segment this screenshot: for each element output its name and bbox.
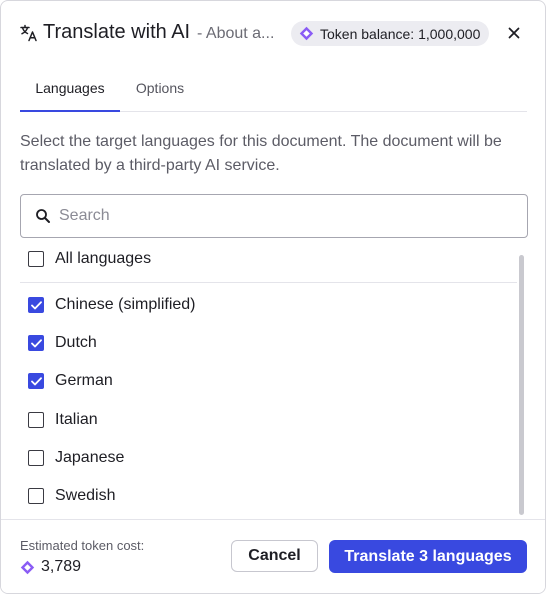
token-balance-badge: Token balance: 1,000,000: [291, 21, 490, 46]
checkbox-japanese[interactable]: [28, 450, 44, 466]
language-item-japanese[interactable]: Japanese: [28, 446, 124, 470]
token-icon: [299, 26, 314, 41]
translate-icon: [20, 24, 37, 42]
list-divider: [20, 282, 517, 283]
checkbox-swedish[interactable]: [28, 488, 44, 504]
tab-options[interactable]: Options: [120, 69, 200, 111]
checkbox-german[interactable]: [28, 373, 44, 389]
checkbox-italian[interactable]: [28, 412, 44, 428]
language-label: Italian: [55, 411, 98, 428]
language-item-german[interactable]: German: [28, 369, 113, 393]
token-icon: [20, 560, 35, 574]
scrollbar-thumb[interactable]: [519, 255, 524, 515]
language-label: Japanese: [55, 449, 125, 466]
checkbox-all-languages[interactable]: [28, 251, 44, 267]
dialog-footer: Estimated token cost: 3,789 Cancel Trans…: [1, 519, 545, 593]
close-icon: [508, 27, 520, 39]
translate-button[interactable]: Translate 3 languages: [329, 540, 527, 573]
document-link[interactable]: - About a...: [197, 25, 281, 43]
language-list-scrollbar[interactable]: [519, 255, 525, 517]
estimated-cost-label: Estimated token cost:: [20, 538, 145, 553]
search-icon: [36, 209, 50, 223]
language-label: Chinese (simplified): [55, 296, 196, 313]
close-button[interactable]: [504, 23, 524, 43]
checkmark-icon: [30, 338, 42, 347]
all-languages-checkbox-row[interactable]: All languages: [28, 247, 151, 271]
cancel-button[interactable]: Cancel: [231, 540, 318, 572]
checkmark-icon: [30, 300, 42, 309]
token-balance-text: Token balance: 1,000,000: [320, 25, 481, 42]
checkmark-icon: [30, 376, 42, 385]
language-item-chinese-simplified[interactable]: Chinese (simplified): [28, 293, 196, 317]
description-text: Select the target languages for this doc…: [20, 133, 502, 174]
language-item-dutch[interactable]: Dutch: [28, 331, 97, 355]
checkbox-chinese-simplified[interactable]: [28, 297, 44, 313]
language-item-swedish[interactable]: Swedish: [28, 484, 115, 508]
tab-languages[interactable]: Languages: [20, 69, 120, 112]
tab-bar: Languages Options: [20, 69, 527, 112]
dialog-title: Translate with AI: [43, 21, 191, 43]
language-label: Dutch: [55, 334, 97, 351]
language-label: German: [55, 372, 113, 389]
search-input[interactable]: [57, 206, 501, 226]
search-box[interactable]: [20, 194, 528, 238]
cost-amount: 3,789: [41, 558, 82, 575]
estimated-cost-value: 3,789: [20, 557, 81, 577]
language-item-italian[interactable]: Italian: [28, 408, 98, 432]
translate-dialog: Translate with AI - About a... Token bal…: [0, 0, 546, 594]
all-languages-label: All languages: [55, 250, 152, 267]
language-label: Swedish: [55, 487, 116, 504]
dialog-header: Translate with AI - About a... Token bal…: [1, 1, 545, 65]
checkbox-dutch[interactable]: [28, 335, 44, 351]
